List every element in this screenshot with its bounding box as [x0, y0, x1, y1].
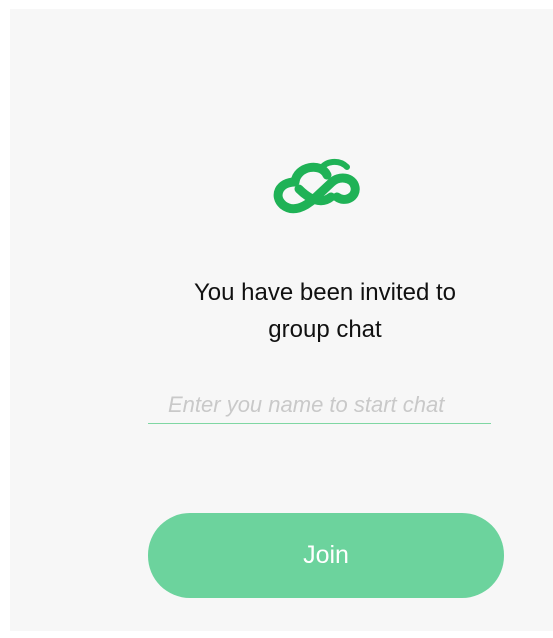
name-input[interactable]	[148, 386, 491, 424]
invite-heading: You have been invited to group chat	[130, 274, 520, 348]
invite-heading-line2: group chat	[268, 316, 382, 343]
invite-panel: You have been invited to group chat Join	[10, 9, 553, 631]
join-button[interactable]: Join	[148, 513, 504, 598]
name-field	[148, 386, 491, 426]
invite-heading-line1: You have been invited to	[194, 279, 456, 306]
cloud-infinity-logo-icon	[265, 151, 383, 215]
